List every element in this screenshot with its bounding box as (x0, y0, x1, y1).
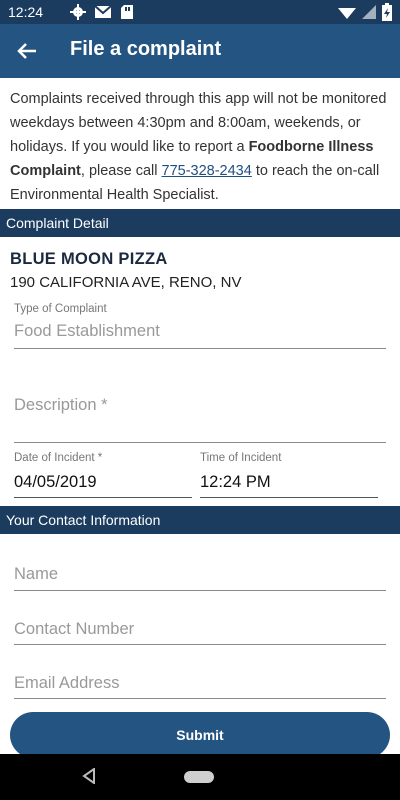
complaint-detail-title: Complaint Detail (6, 215, 109, 231)
nav-back-icon[interactable] (82, 768, 96, 784)
status-bar: 12:24 (0, 0, 400, 24)
description-placeholder: Description * (14, 396, 108, 414)
establishment-name: BLUE MOON PIZZA (10, 250, 168, 268)
battery-icon (382, 3, 392, 21)
app-bar: File a complaint (0, 24, 400, 78)
date-of-incident-field[interactable]: 04/05/2019 (14, 473, 192, 498)
contact-info-title: Your Contact Information (6, 512, 161, 528)
status-left-icons (70, 4, 134, 20)
status-time: 12:24 (8, 4, 44, 20)
phone-link[interactable]: 775-328-2434 (162, 163, 252, 179)
complaint-detail-header: Complaint Detail (0, 209, 400, 237)
description-field[interactable]: Description * (14, 396, 386, 443)
contact-number-field[interactable]: Contact Number (14, 620, 386, 645)
type-of-complaint-label: Type of Complaint (14, 303, 107, 315)
name-placeholder: Name (14, 565, 59, 583)
establishment-address: 190 CALIFORNIA AVE, RENO, NV (10, 274, 242, 291)
page-title: File a complaint (70, 38, 222, 60)
contact-info-header: Your Contact Information (0, 506, 400, 534)
submit-button[interactable]: Submit (10, 712, 390, 758)
notice-text: Complaints received through this app wil… (10, 87, 392, 207)
nav-bar (0, 754, 400, 800)
signal-icon (362, 5, 376, 19)
wifi-icon (338, 8, 356, 19)
status-right-icons (338, 3, 392, 21)
email-placeholder: Email Address (14, 674, 120, 692)
type-of-complaint-field[interactable]: Food Establishment (14, 322, 386, 349)
mail-icon (94, 5, 112, 18)
arrow-left-icon[interactable] (14, 37, 42, 65)
type-of-complaint-value: Food Establishment (14, 322, 160, 340)
time-of-incident-label: Time of Incident (200, 452, 282, 464)
name-field[interactable]: Name (14, 565, 386, 591)
time-of-incident-field[interactable]: 12:24 PM (200, 473, 378, 498)
settings-icon (70, 4, 86, 20)
home-pill-icon[interactable] (184, 771, 214, 783)
contact-number-placeholder: Contact Number (14, 620, 135, 638)
sd-card-icon (121, 5, 133, 19)
email-field[interactable]: Email Address (14, 674, 386, 699)
date-of-incident-label: Date of Incident * (14, 452, 103, 464)
date-of-incident-value: 04/05/2019 (14, 473, 97, 491)
time-of-incident-value: 12:24 PM (200, 473, 271, 491)
notice-part-2: , please call (80, 163, 162, 179)
